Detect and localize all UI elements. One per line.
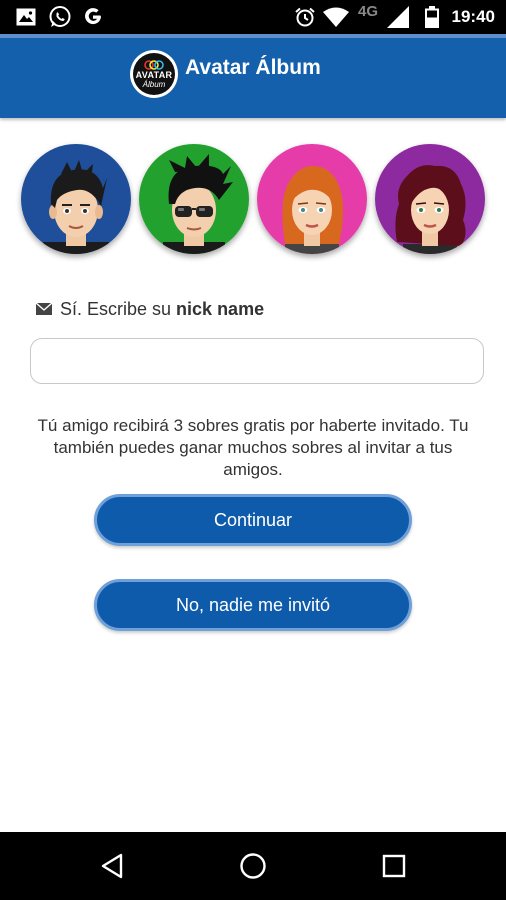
- wifi-icon: [323, 0, 349, 34]
- nick-label-prefix: Sí. Escribe su: [60, 298, 172, 319]
- avatar-girl-purple[interactable]: [375, 144, 485, 254]
- nick-label-bold: nick name: [176, 298, 265, 319]
- recents-icon[interactable]: [382, 832, 406, 900]
- invite-info-text: Tú amigo recibirá 3 sobres gratis por ha…: [37, 416, 469, 479]
- app-bar-accent-line: [0, 34, 506, 38]
- home-icon[interactable]: [239, 832, 267, 900]
- navigation-bar: [0, 832, 506, 900]
- battery-icon: [425, 0, 439, 34]
- continue-button[interactable]: Continuar: [94, 494, 412, 546]
- nick-name-label: Sí. Escribe su nick name: [36, 297, 264, 321]
- alarm-icon: [294, 0, 316, 34]
- status-time: 19:40: [451, 7, 495, 26]
- avatar-boy-green[interactable]: [139, 144, 249, 254]
- app-logo: AVATAR Álbum: [130, 50, 178, 98]
- nick-name-input[interactable]: [30, 338, 484, 384]
- envelope-icon: [36, 303, 52, 315]
- whatsapp-icon: [48, 0, 72, 34]
- app-bar: AVATAR Álbum Avatar Álbum: [0, 34, 506, 118]
- avatar-boy-blue[interactable]: [21, 144, 131, 254]
- logo-emblem: AVATAR Álbum: [133, 53, 175, 95]
- no-invite-button[interactable]: No, nadie me invitó: [94, 579, 412, 631]
- back-icon[interactable]: [100, 832, 124, 900]
- google-icon: [82, 0, 104, 34]
- image-icon: [16, 0, 36, 34]
- app-title: Avatar Álbum: [185, 56, 321, 79]
- network-type-label: 4G: [358, 2, 379, 20]
- logo-text-sub: Álbum: [142, 80, 166, 89]
- signal-icon: [387, 0, 409, 34]
- avatar-girl-pink[interactable]: [257, 144, 367, 254]
- logo-text-main: AVATAR: [135, 70, 173, 80]
- status-bar: 4G 19:40: [0, 0, 506, 34]
